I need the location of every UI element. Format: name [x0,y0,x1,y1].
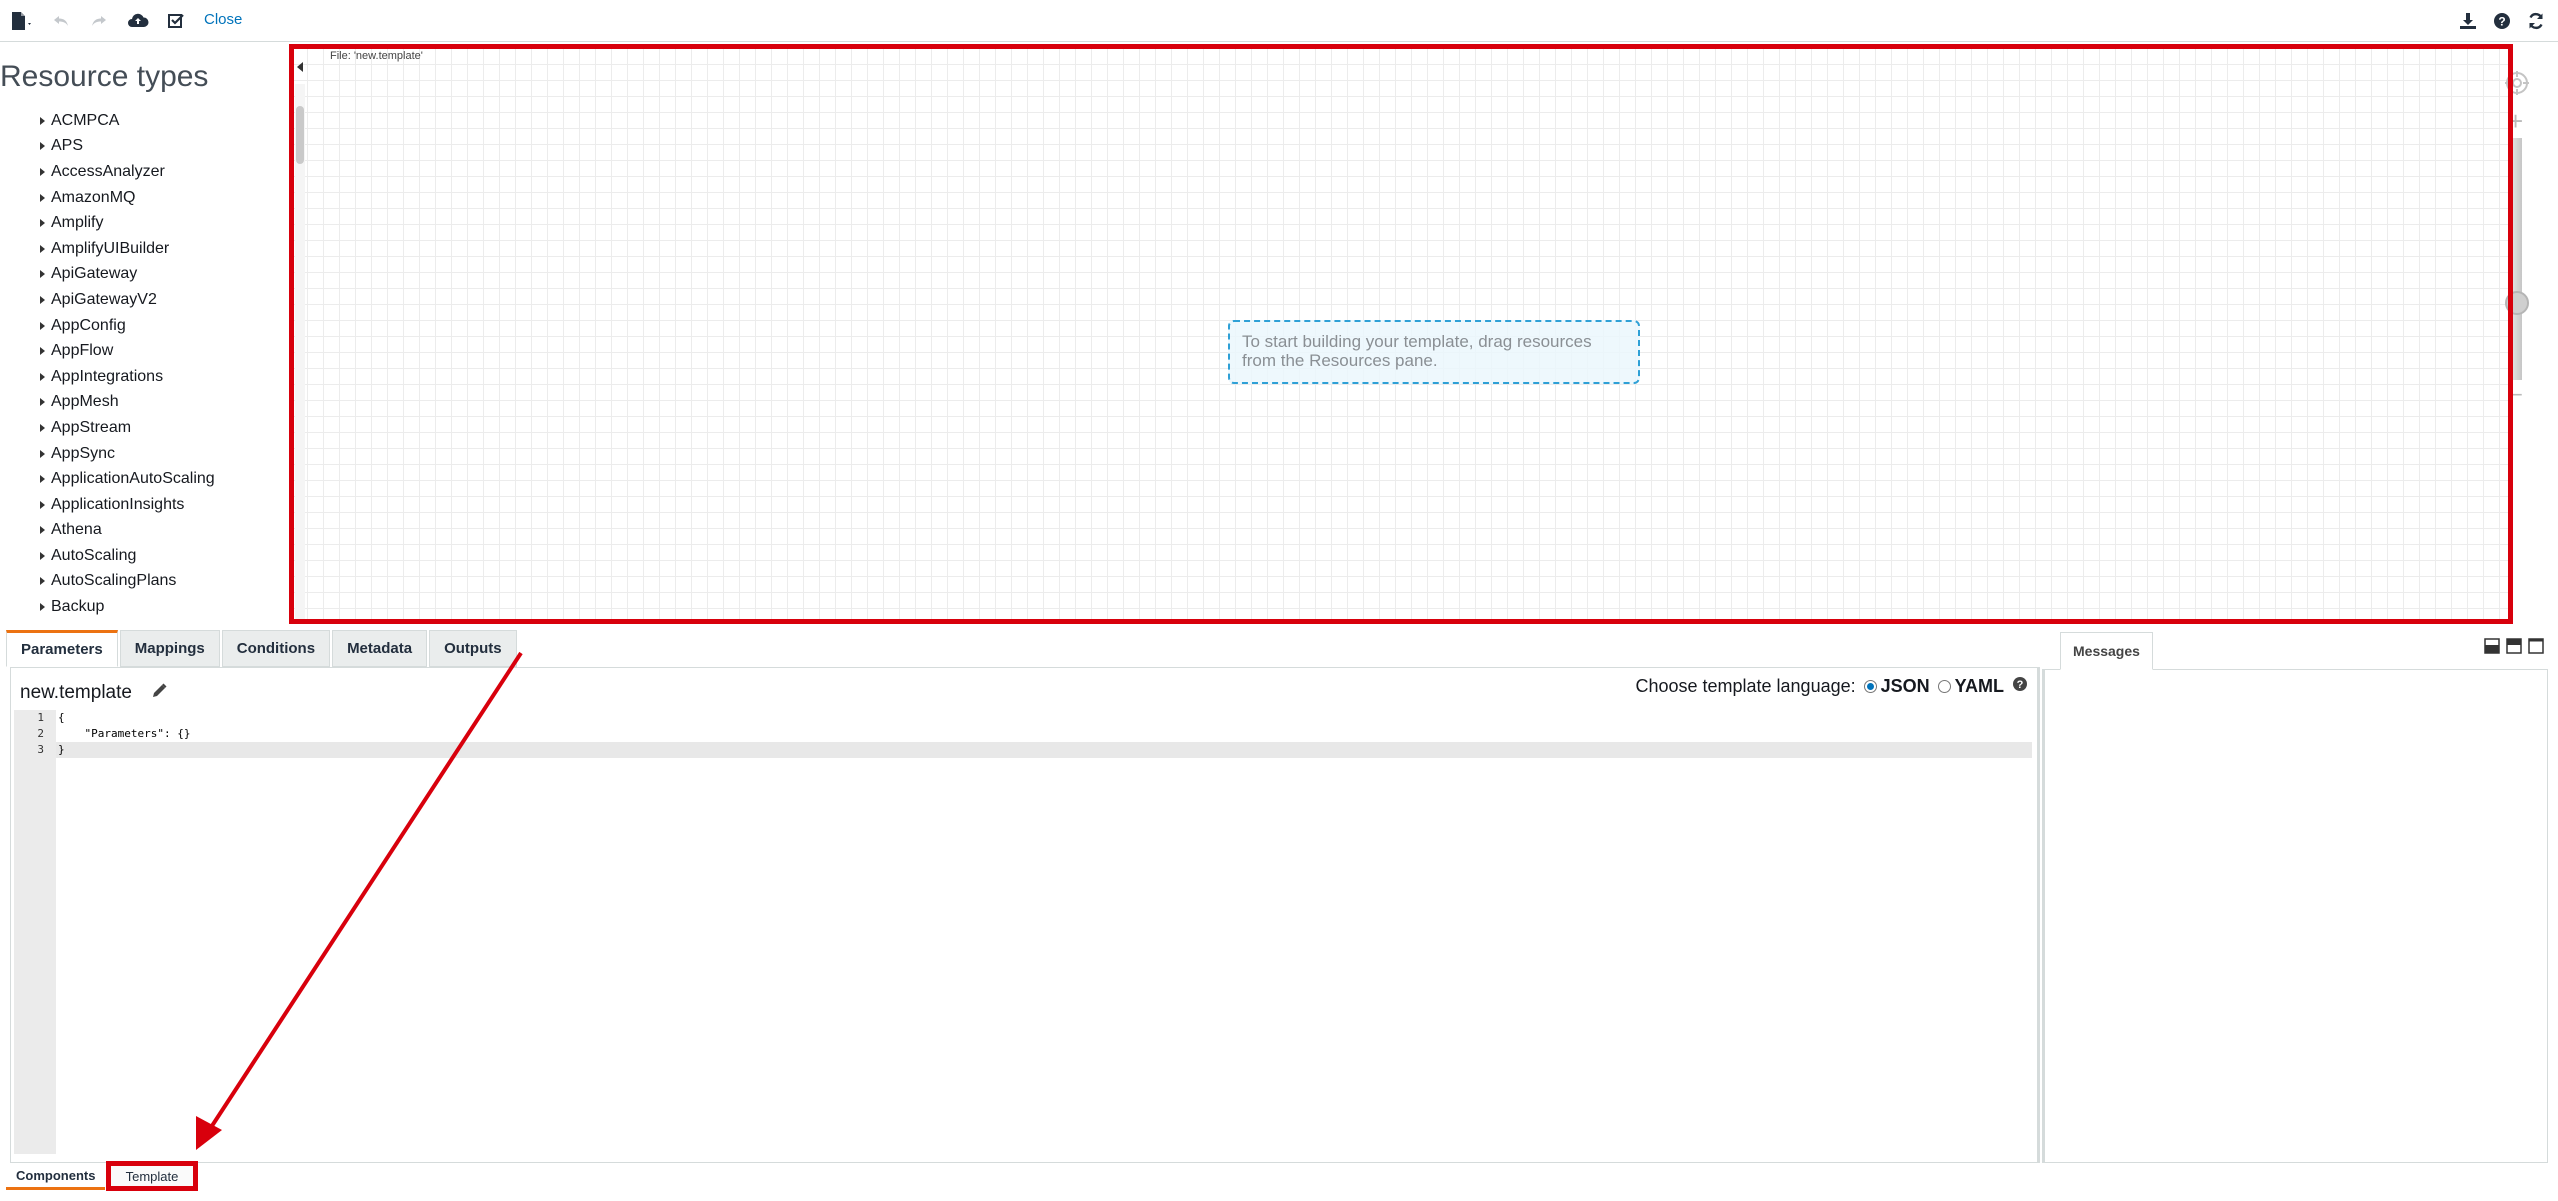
annotation-arrow [196,651,523,1150]
cloudformation-designer: Close ? Resource types ACMPCAAPSAccess [0,0,2558,1201]
